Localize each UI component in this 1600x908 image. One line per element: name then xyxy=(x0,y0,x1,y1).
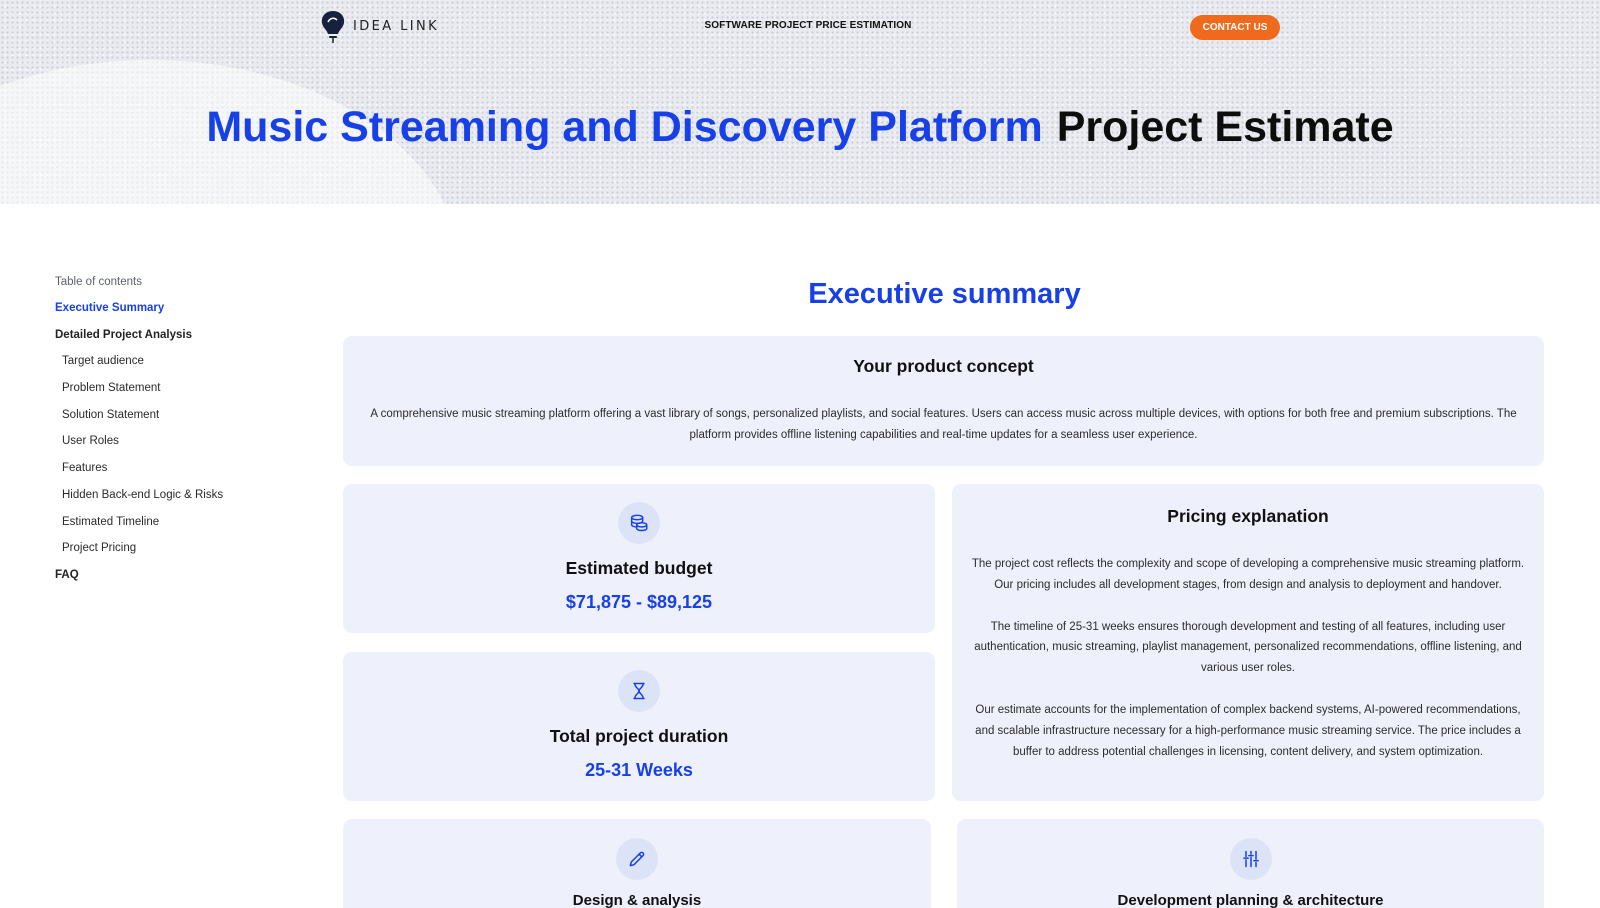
project-duration-value: 25-31 Weeks xyxy=(585,760,693,780)
product-concept-text: A comprehensive music streaming platform… xyxy=(370,408,1517,441)
toc-item-problem-statement[interactable]: Problem Statement xyxy=(55,381,295,408)
toc-item-user-roles[interactable]: User Roles xyxy=(55,434,295,461)
toc-heading: Table of contents xyxy=(55,276,142,288)
toc-item-features[interactable]: Features xyxy=(55,461,295,488)
design-analysis-title: Design & analysis xyxy=(572,892,702,908)
nav-title: SOFTWARE PROJECT PRICE ESTIMATION xyxy=(704,20,912,31)
pricing-paragraph: The timeline of 25-31 weeks ensures thor… xyxy=(974,620,1522,675)
estimated-budget-card: Estimated budget $71,875 - $89,125 xyxy=(343,484,935,633)
product-concept-heading: Your product concept xyxy=(853,356,1034,376)
section-title: Executive summary xyxy=(808,278,1081,310)
design-analysis-card: Design & analysis xyxy=(343,819,931,908)
hero-banner: IDEA LINK SOFTWARE PROJECT PRICE ESTIMAT… xyxy=(0,0,1600,204)
toc-item-executive-summary[interactable]: Executive Summary xyxy=(55,301,295,328)
toc-item-project-pricing[interactable]: Project Pricing xyxy=(55,541,295,568)
project-duration-heading: Total project duration xyxy=(549,726,729,746)
pricing-explanation-heading: Pricing explanation xyxy=(1167,506,1329,526)
page-title: Music Streaming and Discovery Platform Pr… xyxy=(0,103,1600,152)
toc-item-hidden-backend-logic[interactable]: Hidden Back-end Logic & Risks xyxy=(55,488,295,515)
development-planning-card: Development planning & architecture xyxy=(957,819,1544,908)
pricing-paragraph: The project cost reflects the complexity… xyxy=(971,558,1525,591)
toc-item-faq[interactable]: FAQ xyxy=(55,568,295,595)
project-duration-card: Total project duration 25-31 Weeks xyxy=(343,652,935,801)
toc-item-detailed-project-analysis[interactable]: Detailed Project Analysis xyxy=(55,328,295,355)
pricing-paragraph: Our estimate accounts for the implementa… xyxy=(975,703,1521,758)
coins-icon xyxy=(618,502,660,544)
page-title-suffix: Project Estimate xyxy=(1056,103,1394,151)
pricing-explanation-card: Pricing explanation The project cost ref… xyxy=(952,484,1544,801)
page-title-project-name: Music Streaming and Discovery Platform xyxy=(206,103,1043,151)
toc-item-solution-statement[interactable]: Solution Statement xyxy=(55,408,295,435)
pencil-icon xyxy=(616,838,658,880)
contact-us-button[interactable]: CONTACT US xyxy=(1190,15,1280,40)
toc-item-estimated-timeline[interactable]: Estimated Timeline xyxy=(55,515,295,542)
toc-item-target-audience[interactable]: Target audience xyxy=(55,354,295,381)
hourglass-icon xyxy=(618,670,660,712)
estimated-budget-heading: Estimated budget xyxy=(565,558,713,578)
development-planning-title: Development planning & architecture xyxy=(1117,892,1384,908)
product-concept-card: Your product concept A comprehensive mus… xyxy=(343,336,1544,466)
estimated-budget-value: $71,875 - $89,125 xyxy=(565,592,713,612)
table-of-contents: Table of contents Executive Summary Deta… xyxy=(55,276,295,595)
sliders-icon xyxy=(1229,838,1272,880)
